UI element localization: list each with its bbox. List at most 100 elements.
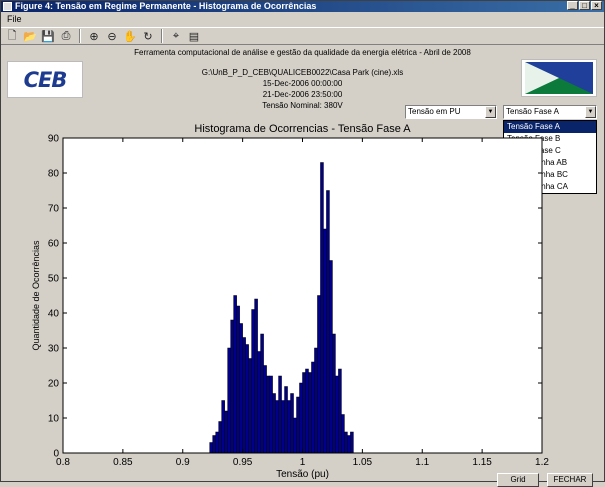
y-tick-label: 20 bbox=[48, 379, 60, 390]
histogram-bar bbox=[299, 382, 303, 454]
maximize-button[interactable]: □ bbox=[579, 1, 590, 10]
y-tick-label: 90 bbox=[48, 134, 60, 145]
histogram-bar bbox=[341, 414, 345, 454]
save-icon[interactable]: 💾 bbox=[40, 29, 56, 44]
phase-option[interactable]: Tensão Linha CA bbox=[504, 181, 596, 193]
start-date: 15-Dec-2006 00:00:00 bbox=[262, 79, 343, 88]
y-tick-label: 80 bbox=[48, 169, 60, 180]
menu-bar: File bbox=[1, 12, 604, 26]
rotate-icon[interactable]: ↻ bbox=[140, 29, 156, 44]
histogram-bar bbox=[284, 386, 288, 454]
colorbar-icon[interactable]: ▤ bbox=[186, 29, 202, 44]
histogram-bar bbox=[230, 319, 234, 454]
minimize-button[interactable]: _ bbox=[567, 1, 578, 10]
histogram-bar bbox=[269, 375, 273, 454]
histogram-bar bbox=[290, 393, 294, 454]
file-path: G:\UnB_P_D_CEB\QUALICEB0022\Casa Park (c… bbox=[201, 68, 404, 77]
figure-window: Figure 4: Tensão em Regime Permanente - … bbox=[0, 0, 605, 487]
histogram-bar bbox=[224, 410, 228, 454]
histogram-bar bbox=[236, 305, 240, 454]
grid-button[interactable]: Grid bbox=[497, 473, 539, 487]
x-tick-label: 1.15 bbox=[472, 457, 492, 468]
histogram-bar bbox=[329, 260, 333, 454]
window-title: Figure 4: Tensão em Regime Permanente - … bbox=[15, 1, 317, 11]
plot-frame bbox=[62, 137, 543, 454]
x-tick-label: 0.8 bbox=[56, 457, 70, 468]
x-tick-label: 1.2 bbox=[535, 457, 549, 468]
histogram-bar bbox=[296, 396, 300, 454]
unb-logo bbox=[521, 59, 597, 97]
histogram-bar bbox=[257, 351, 261, 454]
zoom-out-icon[interactable]: ⊖ bbox=[104, 29, 120, 44]
pan-icon[interactable]: ✋ bbox=[122, 29, 138, 44]
histogram-bar bbox=[338, 368, 342, 454]
x-tick-label: 0.95 bbox=[233, 457, 253, 468]
histogram-bar bbox=[302, 372, 306, 454]
histogram-bar bbox=[239, 323, 243, 454]
histogram-bar bbox=[260, 333, 264, 454]
phase-select[interactable]: Tensão Fase A ▼ bbox=[503, 105, 597, 119]
chevron-down-icon[interactable]: ▼ bbox=[585, 106, 596, 118]
histogram-bar bbox=[272, 393, 276, 454]
tool-title: Ferramenta computacional de análise e ge… bbox=[134, 48, 471, 57]
phase-option[interactable]: Tensão Fase B bbox=[504, 133, 596, 145]
y-tick-label: 60 bbox=[48, 239, 60, 250]
histogram-bar bbox=[248, 358, 252, 454]
histogram-bar bbox=[323, 228, 327, 454]
x-axis-label: Tensão (pu) bbox=[276, 469, 329, 480]
histogram-bar bbox=[212, 435, 216, 454]
phase-option[interactable]: Tensão Linha AB bbox=[504, 157, 596, 169]
histogram-bar bbox=[254, 298, 258, 454]
histogram-bar bbox=[263, 365, 267, 454]
open-icon[interactable]: 📂 bbox=[22, 29, 38, 44]
histogram-bar bbox=[335, 375, 339, 454]
title-bar[interactable]: Figure 4: Tensão em Regime Permanente - … bbox=[1, 1, 604, 12]
close-button[interactable]: × bbox=[591, 1, 602, 10]
x-tick-label: 1.05 bbox=[353, 457, 373, 468]
histogram-bar bbox=[314, 347, 318, 454]
histogram-bar bbox=[242, 337, 246, 454]
x-tick-label: 0.85 bbox=[113, 457, 133, 468]
unit-select-value: Tensão em PU bbox=[408, 107, 461, 116]
histogram-bar bbox=[350, 431, 354, 454]
histogram-bar bbox=[287, 400, 291, 454]
histogram-bar bbox=[209, 442, 213, 454]
phase-option[interactable]: Tensão Fase C bbox=[504, 145, 596, 157]
histogram-bar bbox=[320, 162, 324, 454]
y-tick-label: 50 bbox=[48, 274, 60, 285]
plot-area bbox=[63, 138, 542, 453]
y-tick-label: 70 bbox=[48, 204, 60, 215]
histogram-bar bbox=[215, 431, 219, 454]
zoom-in-icon[interactable]: ⊕ bbox=[86, 29, 102, 44]
histogram-bar bbox=[347, 435, 351, 454]
histogram-bar bbox=[275, 400, 279, 454]
unit-select[interactable]: Tensão em PU ▼ bbox=[405, 105, 497, 119]
toolbar: 🗋 📂 💾 ⎙ ⊕ ⊖ ✋ ↻ ⌖ ▤ bbox=[1, 27, 604, 45]
ceb-logo: CEB bbox=[7, 61, 83, 98]
y-axis-label: Quantidade de Ocorrências bbox=[31, 240, 41, 351]
histogram-bar bbox=[311, 361, 315, 454]
x-tick-label: 1 bbox=[300, 457, 306, 468]
print-icon[interactable]: ⎙ bbox=[58, 29, 74, 44]
x-tick-label: 1.1 bbox=[415, 457, 429, 468]
histogram-bar bbox=[227, 347, 231, 454]
new-icon[interactable]: 🗋 bbox=[4, 29, 20, 44]
y-tick-label: 30 bbox=[48, 344, 60, 355]
menu-file[interactable]: File bbox=[7, 14, 22, 24]
histogram-bar bbox=[233, 295, 237, 454]
histogram-bar bbox=[305, 368, 309, 454]
histogram-bar bbox=[218, 421, 222, 454]
histogram-bar bbox=[278, 375, 282, 454]
end-date: 21-Dec-2006 23:50:00 bbox=[262, 90, 343, 99]
phase-option[interactable]: Tensão Linha BC bbox=[504, 169, 596, 181]
histogram-bar bbox=[245, 344, 249, 454]
data-cursor-icon[interactable]: ⌖ bbox=[168, 29, 184, 44]
histogram-bar bbox=[317, 295, 321, 454]
y-tick-label: 10 bbox=[48, 414, 60, 425]
histogram-bar bbox=[344, 431, 348, 454]
phase-select-value: Tensão Fase A bbox=[506, 107, 559, 116]
phase-option[interactable]: Tensão Fase A bbox=[504, 121, 596, 133]
chevron-down-icon[interactable]: ▼ bbox=[485, 106, 496, 118]
y-tick-label: 0 bbox=[53, 449, 59, 460]
close-figure-button[interactable]: FECHAR bbox=[547, 473, 593, 487]
